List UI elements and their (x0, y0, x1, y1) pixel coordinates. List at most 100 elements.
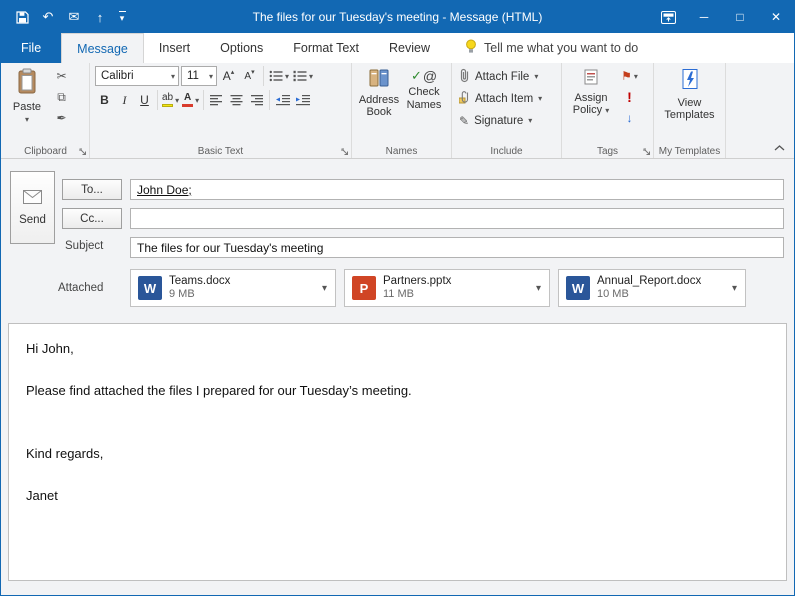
signature-label: Signature (474, 114, 524, 127)
check-names-label: Check Names (406, 86, 442, 111)
follow-up-flag-button[interactable]: ⚑ ▾ (619, 66, 640, 86)
align-left-button[interactable] (207, 90, 226, 110)
font-family-combobox[interactable]: Calibri ▾ (95, 66, 179, 86)
bold-button[interactable]: B (95, 90, 114, 110)
send-envelope-icon (23, 189, 42, 207)
paste-button[interactable]: Paste ▾ (7, 66, 47, 126)
signature-button[interactable]: ✎ Signature ▾ (457, 110, 556, 131)
lightbulb-icon (465, 39, 477, 57)
font-family-value: Calibri (101, 70, 134, 82)
separator (203, 90, 205, 110)
maximize-button[interactable]: □ (722, 1, 758, 33)
attach-item-button[interactable]: Attach Item ▾ (457, 88, 556, 109)
message-body-editor[interactable]: Hi John, Please find attached the files … (8, 323, 787, 581)
tab-message[interactable]: Message (61, 33, 144, 63)
tell-me-label: Tell me what you want to do (484, 41, 639, 55)
clipboard-group-label: Clipboard (24, 146, 67, 157)
assign-policy-button[interactable]: Assign Policy ▾ (567, 66, 615, 142)
body-line: Kind regards, (26, 446, 104, 461)
body-line (26, 422, 769, 443)
attachment-chip[interactable]: W Annual_Report.docx 10 MB ▾ (558, 269, 746, 307)
tab-format-text[interactable]: Format Text (278, 33, 374, 63)
format-painter-icon[interactable]: ✒ (51, 108, 72, 128)
attachment-chip[interactable]: W Teams.docx 9 MB ▾ (130, 269, 336, 307)
titlebar: The files for our Tuesday's meeting - Me… (1, 1, 794, 33)
decrease-indent-button[interactable] (273, 90, 292, 110)
view-templates-label: View Templates (664, 96, 715, 122)
attachment-chip[interactable]: P Partners.pptx 11 MB ▾ (344, 269, 550, 307)
basic-text-dialog-launcher-icon[interactable] (339, 146, 350, 157)
italic-button[interactable]: I (115, 90, 134, 110)
underline-button[interactable]: U (135, 90, 154, 110)
to-field[interactable]: John Doe; (130, 179, 784, 200)
word-file-icon: W (566, 276, 590, 300)
ribbon: Paste ▾ ✂ ⧉ ✒ Clipboard Calibri ▾ 11 ▾ A… (1, 63, 794, 159)
increase-indent-button[interactable] (293, 90, 312, 110)
body-area: Hi John, Please find attached the files … (1, 323, 794, 581)
body-line (26, 401, 769, 422)
close-button[interactable]: ✕ (758, 1, 794, 33)
attachment-dropdown-icon[interactable]: ▾ (317, 270, 332, 306)
cc-field[interactable] (130, 208, 784, 229)
word-file-icon: W (138, 276, 162, 300)
collapse-ribbon-icon[interactable] (771, 142, 787, 154)
recipient-chip[interactable]: John Doe; (137, 183, 192, 197)
font-color-button[interactable]: A ▾ (181, 90, 200, 110)
shrink-font-letter: A (244, 70, 252, 82)
chevron-down-icon: ▾ (538, 94, 543, 103)
attach-file-button[interactable]: Attach File ▾ (457, 66, 556, 87)
customize-qat-icon[interactable]: ▾ (113, 4, 131, 30)
ribbon-display-options-icon[interactable] (650, 1, 686, 33)
subject-field[interactable]: The files for our Tuesday's meeting (130, 237, 784, 258)
bullets-button[interactable]: ▾ (268, 66, 290, 86)
group-include: Attach File ▾ Attach Item ▾ ✎ Signature … (452, 63, 562, 158)
clipboard-dialog-launcher-icon[interactable] (77, 146, 88, 157)
attached-label: Attached (58, 282, 104, 294)
view-templates-button[interactable]: View Templates (661, 66, 719, 142)
tab-review[interactable]: Review (374, 33, 445, 63)
chevron-down-icon: ▾ (605, 106, 610, 116)
shrink-font-button[interactable]: A ▾ (240, 66, 259, 86)
save-icon[interactable] (9, 4, 35, 30)
cut-icon[interactable]: ✂ (51, 66, 72, 86)
send-button[interactable]: Send (10, 171, 55, 244)
grow-font-button[interactable]: A ▴ (219, 66, 238, 86)
tags-group-label: Tags (596, 146, 619, 157)
low-importance-button[interactable]: ↓ (619, 108, 640, 128)
attach-file-label: Attach File (475, 70, 530, 83)
paste-label: Paste (12, 100, 42, 113)
tags-dialog-launcher-icon[interactable] (641, 146, 652, 157)
numbering-button[interactable]: ▾ (292, 66, 314, 86)
font-size-combobox[interactable]: 11 ▾ (181, 66, 217, 86)
align-center-button[interactable] (227, 90, 246, 110)
body-line: Hi John, (26, 341, 74, 356)
check-names-button[interactable]: ✓ @ Check Names (403, 66, 445, 142)
check-names-icon: ✓ @ (410, 67, 438, 84)
tell-me-box[interactable]: Tell me what you want to do (465, 33, 638, 63)
attachment-size: 10 MB (597, 288, 629, 301)
attachment-dropdown-icon[interactable]: ▾ (727, 270, 742, 306)
attachment-dropdown-icon[interactable]: ▾ (531, 270, 546, 306)
separator (157, 90, 158, 110)
tab-insert[interactable]: Insert (144, 33, 205, 63)
paperclip-item-icon (458, 90, 470, 108)
powerpoint-file-icon: P (352, 276, 376, 300)
mail-icon[interactable]: ✉ (61, 4, 87, 30)
address-book-icon (368, 68, 390, 92)
tab-options[interactable]: Options (205, 33, 278, 63)
ribbon-tabs: File Message Insert Options Format Text … (1, 33, 794, 63)
to-button[interactable]: To... (62, 179, 122, 200)
chevron-down-icon: ▾ (534, 72, 539, 81)
undo-icon[interactable]: ↶ (35, 4, 61, 30)
tab-file[interactable]: File (1, 33, 62, 63)
minimize-button[interactable]: ─ (686, 1, 722, 33)
copy-icon[interactable]: ⧉ (51, 87, 72, 107)
previous-item-icon[interactable]: ↑ (87, 4, 113, 30)
highlight-color-button[interactable]: ab ▾ (161, 90, 180, 110)
align-right-button[interactable] (247, 90, 266, 110)
attachment-size: 11 MB (383, 288, 414, 301)
address-book-button[interactable]: Address Book (357, 66, 401, 142)
chevron-down-icon: ▾ (309, 71, 314, 81)
high-importance-button[interactable]: ! (619, 87, 640, 107)
cc-button[interactable]: Cc... (62, 208, 122, 229)
